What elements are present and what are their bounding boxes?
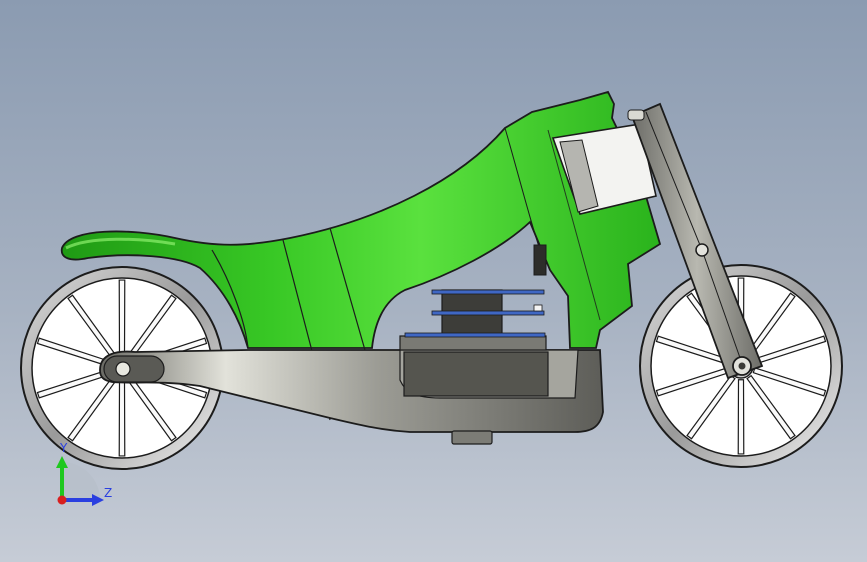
battery-pack[interactable] (403, 351, 549, 397)
cad-graphics-viewport[interactable]: Y Z (0, 0, 867, 562)
wheel-spoke (118, 381, 126, 457)
pcb-board-top[interactable] (431, 289, 545, 295)
bottom-mount-block[interactable] (451, 430, 493, 445)
rear-swingarm-slot[interactable] (103, 355, 165, 383)
y-axis-label: Y (59, 441, 68, 455)
pcb-board-bottom[interactable] (404, 332, 546, 338)
wheel-spoke (737, 379, 745, 455)
pcb-board-middle[interactable] (431, 310, 545, 316)
z-axis-label: Z (104, 486, 112, 500)
origin-dot (57, 495, 67, 505)
model-view[interactable]: Y Z (0, 0, 867, 562)
wheel-spoke (118, 279, 126, 355)
